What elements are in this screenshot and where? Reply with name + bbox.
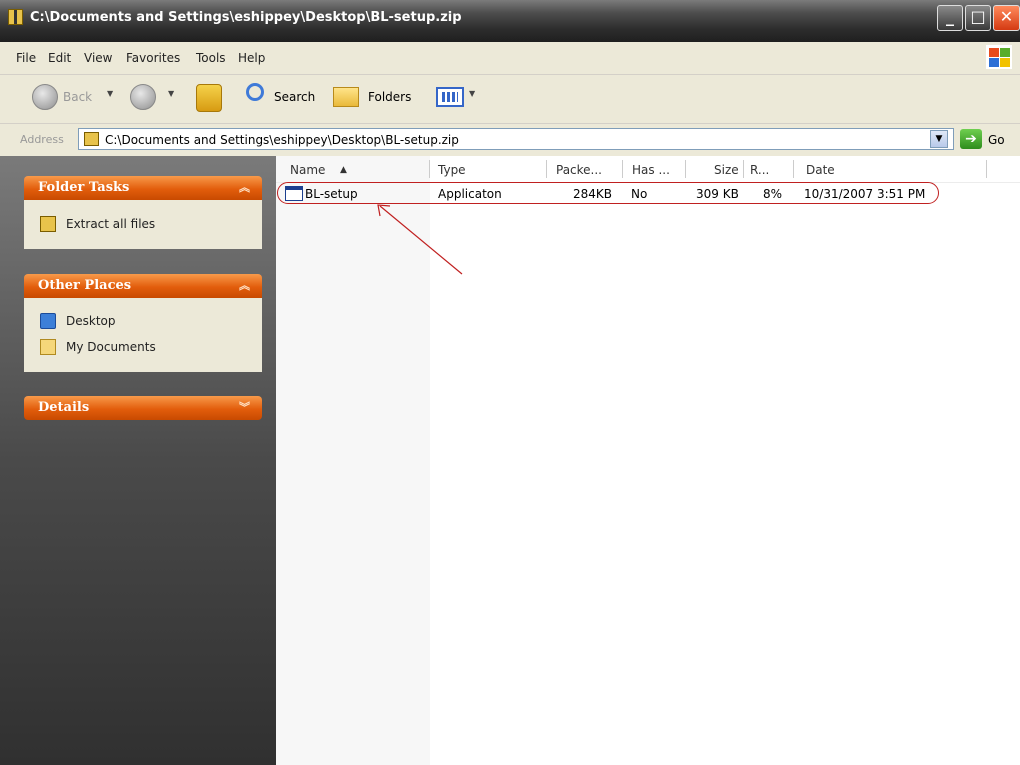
- go-button[interactable]: Go: [988, 133, 1005, 147]
- back-arrow-icon[interactable]: [32, 84, 58, 110]
- collapse-chevron-icon[interactable]: ︽: [239, 179, 250, 195]
- menu-view[interactable]: View: [84, 51, 112, 65]
- expand-chevron-icon[interactable]: ︾: [239, 399, 250, 415]
- column-header-row: Name ▲ Type Packe... Has ... Size R... D…: [276, 156, 1020, 183]
- menu-favorites[interactable]: Favorites: [126, 51, 180, 65]
- column-separator[interactable]: [429, 160, 430, 178]
- menu-file[interactable]: File: [16, 51, 36, 65]
- folder-tasks-title: Folder Tasks: [38, 180, 130, 195]
- menu-help[interactable]: Help: [238, 51, 265, 65]
- address-value[interactable]: C:\Documents and Settings\eshippey\Deskt…: [105, 133, 459, 147]
- zip-folder-icon: [8, 9, 23, 25]
- folders-button[interactable]: Folders: [368, 90, 411, 104]
- back-dropdown-icon[interactable]: ▼: [107, 89, 113, 98]
- other-places-body: Desktop My Documents: [24, 298, 262, 372]
- column-separator[interactable]: [546, 160, 547, 178]
- column-header-packed[interactable]: Packe...: [556, 163, 602, 177]
- address-bar: Address C:\Documents and Settings\eshipp…: [0, 124, 1020, 157]
- other-places-header[interactable]: Other Places ︽: [24, 274, 262, 298]
- search-button[interactable]: Search: [274, 90, 315, 104]
- maximize-button[interactable]: □: [965, 5, 991, 31]
- search-icon[interactable]: [246, 83, 264, 101]
- window-title: C:\Documents and Settings\eshippey\Deskt…: [30, 10, 462, 25]
- column-separator[interactable]: [793, 160, 794, 178]
- annotation-arrow: [377, 204, 463, 275]
- column-header-ratio[interactable]: R...: [750, 163, 769, 177]
- desktop-icon: [40, 313, 56, 329]
- views-icon[interactable]: [436, 87, 464, 107]
- toolbar: Back ▼ ▼ Search Folders ▼: [0, 75, 1020, 124]
- column-header-type[interactable]: Type: [438, 163, 466, 177]
- menu-edit[interactable]: Edit: [48, 51, 71, 65]
- details-header[interactable]: Details ︾: [24, 396, 262, 420]
- menu-tools[interactable]: Tools: [196, 51, 226, 65]
- column-header-date[interactable]: Date: [806, 163, 835, 177]
- back-button[interactable]: Back: [63, 90, 92, 104]
- views-dropdown-icon[interactable]: ▼: [469, 89, 475, 98]
- desktop-label[interactable]: Desktop: [66, 314, 116, 328]
- column-separator[interactable]: [743, 160, 744, 178]
- zip-folder-icon: [84, 132, 99, 146]
- close-button[interactable]: ✕: [993, 5, 1020, 31]
- my-documents-label[interactable]: My Documents: [66, 340, 156, 354]
- column-header-name[interactable]: Name: [290, 163, 325, 177]
- other-places-title: Other Places: [38, 278, 132, 293]
- forward-dropdown-icon[interactable]: ▼: [168, 89, 174, 98]
- go-arrow-icon[interactable]: ➔: [960, 129, 982, 149]
- address-dropdown-button[interactable]: ▼: [930, 130, 948, 148]
- column-separator[interactable]: [986, 160, 987, 178]
- folder-tasks-body: Extract all files: [24, 200, 262, 249]
- column-separator[interactable]: [622, 160, 623, 178]
- address-input[interactable]: C:\Documents and Settings\eshippey\Deskt…: [78, 128, 954, 150]
- windows-logo-icon: [986, 45, 1012, 69]
- column-separator[interactable]: [685, 160, 686, 178]
- column-header-has-password[interactable]: Has ...: [632, 163, 670, 177]
- title-bar[interactable]: C:\Documents and Settings\eshippey\Deskt…: [0, 0, 1020, 42]
- extract-all-files-label[interactable]: Extract all files: [66, 217, 155, 231]
- folders-icon[interactable]: [333, 87, 359, 107]
- menu-bar: File Edit View Favorites Tools Help: [0, 42, 1020, 75]
- address-label: Address: [20, 133, 64, 146]
- my-documents-icon: [40, 339, 56, 355]
- up-folder-icon[interactable]: [196, 84, 222, 112]
- details-title: Details: [38, 400, 90, 415]
- collapse-chevron-icon[interactable]: ︽: [239, 277, 250, 293]
- sort-ascending-icon: ▲: [340, 165, 347, 175]
- column-header-size[interactable]: Size: [714, 163, 739, 177]
- minimize-button[interactable]: _: [937, 5, 963, 31]
- extract-icon: [40, 216, 56, 232]
- task-pane: Folder Tasks ︽ Extract all files Other P…: [0, 156, 276, 765]
- folder-tasks-header[interactable]: Folder Tasks ︽: [24, 176, 262, 200]
- forward-arrow-icon[interactable]: [130, 84, 156, 110]
